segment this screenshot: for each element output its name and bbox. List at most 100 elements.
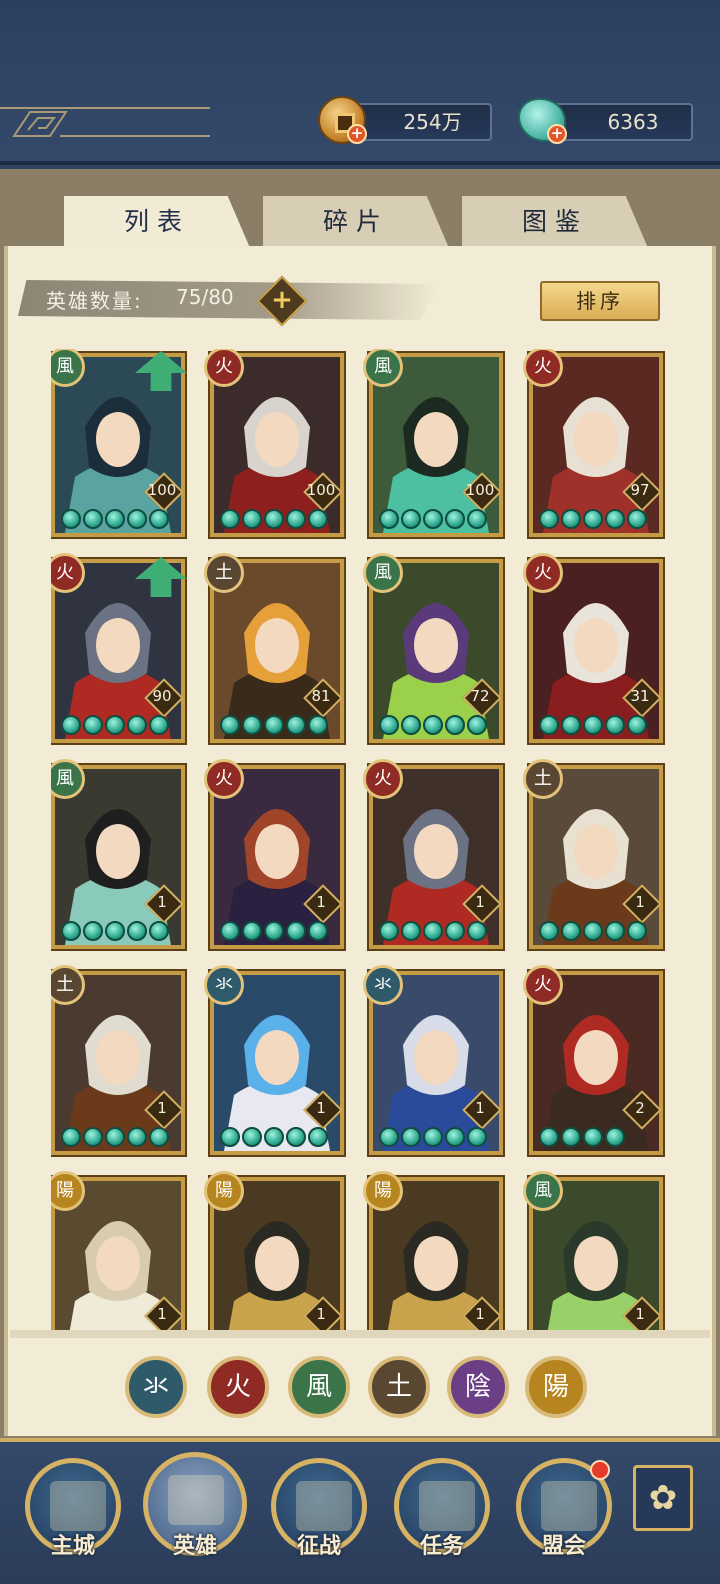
level-badge: 97 <box>623 473 657 507</box>
star-rating <box>539 1127 625 1147</box>
level-value: 1 <box>475 1099 485 1117</box>
filter-fire-button[interactable]: 火 <box>207 1356 269 1418</box>
star-rating <box>61 921 169 941</box>
jade-star-icon <box>605 1127 625 1147</box>
level-badge: 1 <box>145 1297 179 1331</box>
hero-card[interactable]: 1氺 <box>363 965 503 1155</box>
tab-codex[interactable]: 图鉴 <box>462 196 648 248</box>
hero-card[interactable]: 100 火 <box>204 349 344 537</box>
jade-star-icon <box>286 1127 306 1147</box>
star-rating <box>220 715 328 735</box>
level-value: 1 <box>316 1099 326 1117</box>
star-rating <box>379 715 487 735</box>
jade-star-icon <box>401 1127 421 1147</box>
hero-card[interactable]: 72 風 <box>363 553 503 743</box>
level-badge: 1 <box>623 885 657 919</box>
jade-star-icon <box>220 1127 240 1147</box>
battle-icon <box>296 1481 352 1531</box>
tab-fragments[interactable]: 碎片 <box>263 196 449 248</box>
filter-earth-button[interactable]: 土 <box>368 1356 430 1418</box>
level-value: 72 <box>470 687 490 705</box>
jade-star-icon <box>401 509 421 529</box>
hero-card[interactable]: 100 風 <box>363 349 503 537</box>
hero-card[interactable]: 100 風 <box>51 349 187 537</box>
jade-star-icon <box>605 715 625 735</box>
level-badge: 100 <box>304 473 338 507</box>
jade-star-icon <box>401 921 421 941</box>
jade-star-icon <box>583 509 603 529</box>
jade-star-icon <box>308 1127 328 1147</box>
element-filter-bar: 氺 火 風 土 陰 陽 <box>125 1356 595 1420</box>
hero-card[interactable]: 1土 <box>51 965 185 1155</box>
hero-card[interactable]: 31 火 <box>523 553 663 743</box>
level-badge: 1 <box>145 1091 179 1125</box>
jade-star-icon <box>308 921 328 941</box>
hero-card[interactable]: 1陽 <box>363 1171 503 1335</box>
hero-card[interactable]: 1風 <box>523 1171 663 1335</box>
hero-card[interactable]: 1陽 <box>204 1171 344 1335</box>
jade-star-icon <box>149 1127 169 1147</box>
hero-card[interactable]: 81 土 <box>204 553 344 743</box>
hero-count-value: 75/80 <box>176 285 234 309</box>
star-rating <box>220 1127 328 1147</box>
filter-wind-button[interactable]: 風 <box>288 1356 350 1418</box>
flower-menu-icon: ✿ <box>648 1478 678 1518</box>
jade-star-icon <box>379 715 399 735</box>
hero-card[interactable]: 1火 <box>204 759 344 949</box>
jade-star-icon <box>127 1127 147 1147</box>
jade-star-icon <box>61 1127 81 1147</box>
filter-water-button[interactable]: 氺 <box>125 1356 187 1418</box>
add-coins-button[interactable]: + <box>347 124 367 144</box>
guild-icon <box>541 1481 597 1531</box>
jade-star-icon <box>423 509 443 529</box>
jade-star-icon <box>105 1127 125 1147</box>
filter-yin-button[interactable]: 陰 <box>447 1356 509 1418</box>
jade-star-icon <box>583 715 603 735</box>
hero-card[interactable]: 1火 <box>363 759 503 949</box>
hero-card[interactable]: 1風 <box>51 759 185 949</box>
jade-star-icon <box>561 1127 581 1147</box>
jade-star-icon <box>467 715 487 735</box>
fret-ornament-icon <box>0 107 210 137</box>
star-rating <box>539 715 647 735</box>
jade-star-icon <box>105 921 125 941</box>
hero-card[interactable]: 97 火 <box>523 349 663 537</box>
hero-card[interactable]: 1氺 <box>204 965 344 1155</box>
nav-guild-label: 盟会 <box>541 1534 586 1559</box>
level-badge: 72 <box>463 679 497 713</box>
level-badge: 31 <box>623 679 657 713</box>
level-value: 31 <box>630 687 650 705</box>
filter-yang-button[interactable]: 陽 <box>525 1356 587 1418</box>
jade-star-icon <box>83 715 103 735</box>
level-value: 1 <box>157 1099 167 1117</box>
more-menu-button[interactable]: ✿ <box>633 1465 693 1531</box>
jade-star-icon <box>627 921 647 941</box>
star-rating <box>379 1127 487 1147</box>
level-badge: 1 <box>304 885 338 919</box>
jade-star-icon <box>105 715 125 735</box>
add-jade-button[interactable]: + <box>547 124 567 144</box>
hero-card[interactable]: 90 火 <box>51 553 187 743</box>
hero-card[interactable]: 1陽 <box>51 1171 185 1335</box>
tab-list[interactable]: 列表 <box>64 196 250 248</box>
sort-button[interactable]: 排序 <box>540 281 660 321</box>
element-badge: 陽 <box>204 1171 244 1211</box>
hero-count-label: 英雄数量: <box>46 289 143 313</box>
jade-star-icon <box>539 1127 559 1147</box>
element-badge: 火 <box>204 759 244 799</box>
jade-star-icon <box>242 715 262 735</box>
city-icon <box>50 1481 106 1531</box>
jade-star-icon <box>445 921 465 941</box>
element-badge: 土 <box>204 553 244 593</box>
jade-star-icon <box>539 921 559 941</box>
level-badge: 1 <box>304 1297 338 1331</box>
hero-card[interactable]: 2火 <box>523 965 663 1155</box>
jade-star-icon <box>220 921 240 941</box>
level-value: 81 <box>311 687 331 705</box>
nav-quest-label: 任务 <box>419 1534 464 1559</box>
hero-grid: 100 風 100 火 100 風 97 火 90 火 81 土 72 風 31 火 1 風 1 火 1 火 1 土 1 土 1 氺 1… <box>51 349 671 1335</box>
level-badge: 90 <box>145 679 179 713</box>
hero-card[interactable]: 1土 <box>523 759 663 949</box>
jade-star-icon <box>605 921 625 941</box>
element-badge: 土 <box>523 759 563 799</box>
